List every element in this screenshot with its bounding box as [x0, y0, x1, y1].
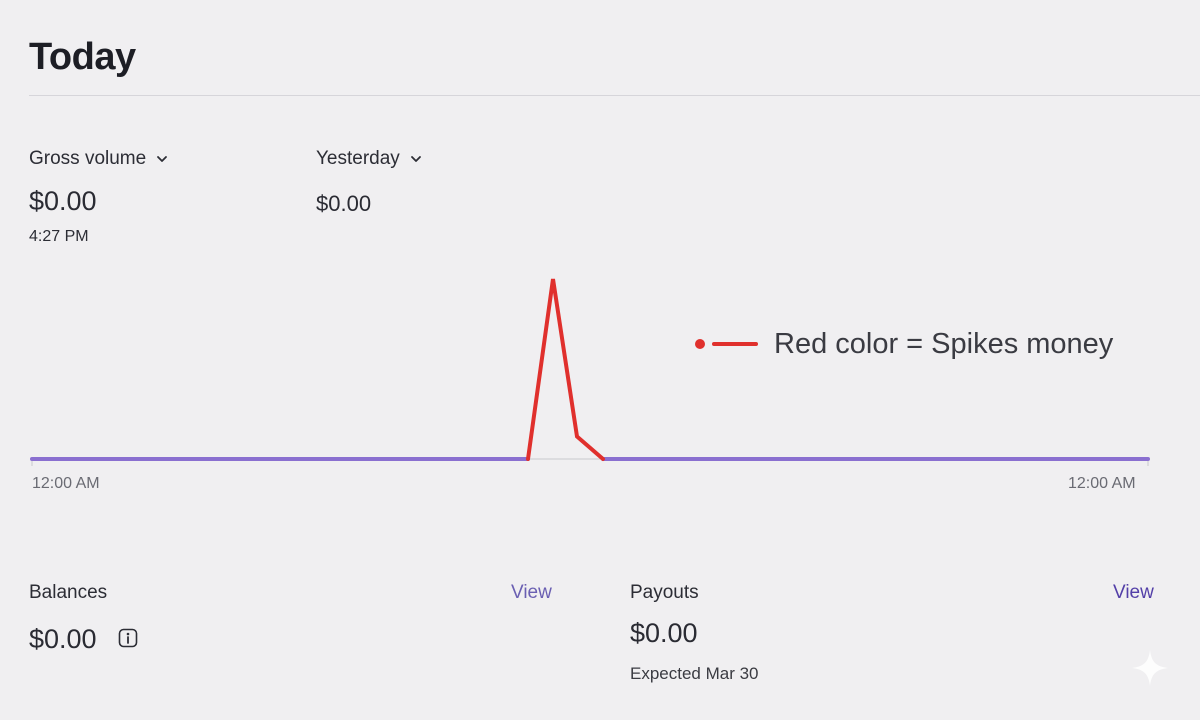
- legend-label: Red color = Spikes money: [774, 327, 1114, 360]
- payouts-expected-date: Expected Mar 30: [630, 664, 759, 683]
- payouts-value: $0.00: [630, 618, 698, 648]
- payouts-label: Payouts: [630, 582, 699, 603]
- info-icon[interactable]: [118, 628, 138, 648]
- legend-swatch: [695, 339, 758, 349]
- dashboard-page: Today Gross volume $0.00 4:27 PM Yesterd…: [0, 0, 1200, 720]
- balances-view-link[interactable]: View: [511, 582, 552, 604]
- x-axis-label-end: 12:00 AM: [1068, 475, 1136, 492]
- spike-series-line: [526, 278, 605, 461]
- payouts-view-link[interactable]: View: [1113, 582, 1154, 604]
- sparkle-icon: [1132, 650, 1168, 686]
- x-axis-label-start: 12:00 AM: [32, 475, 100, 492]
- balances-label: Balances: [29, 582, 108, 603]
- chart-legend: Red color = Spikes money: [690, 324, 1113, 364]
- balances-value-row: $0.00: [29, 624, 138, 655]
- balances-value: $0.00: [29, 624, 97, 654]
